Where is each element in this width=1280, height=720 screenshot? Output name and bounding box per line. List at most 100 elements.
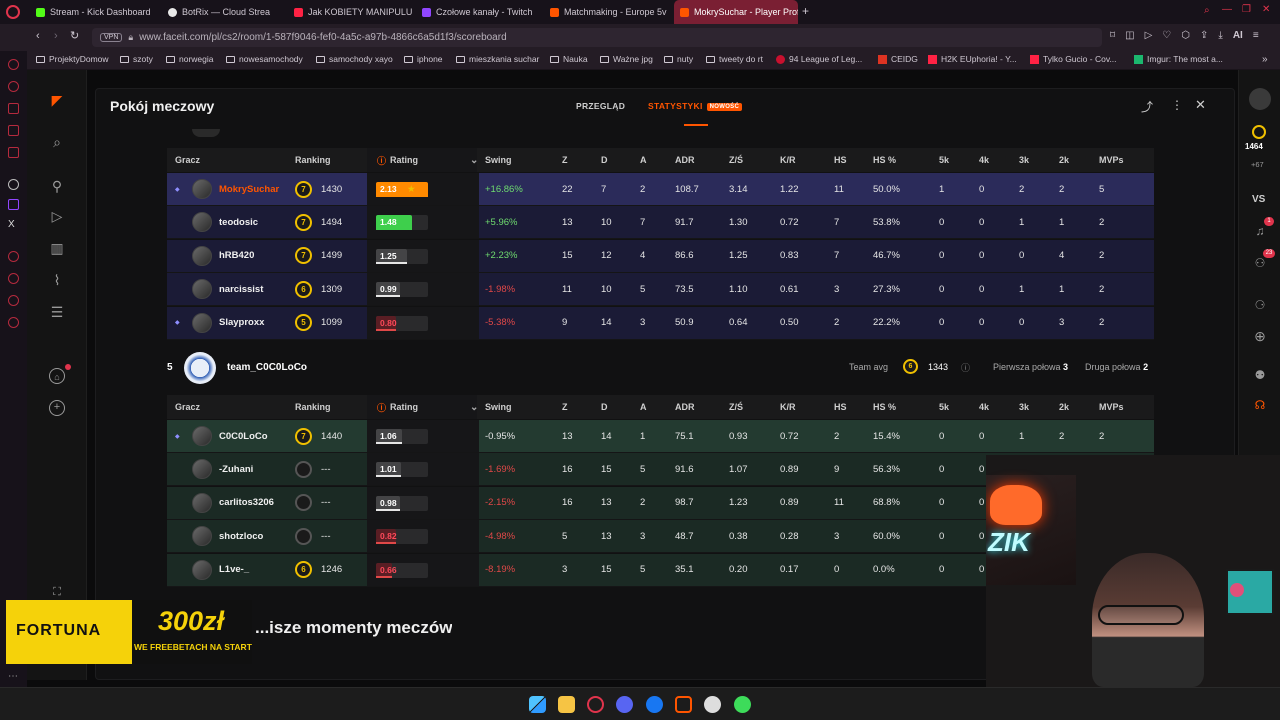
player-name[interactable]: -Zuhani — [219, 464, 253, 475]
player-name[interactable]: carlitos3206 — [219, 497, 274, 508]
player-icon[interactable]: ▷ — [1145, 30, 1153, 41]
table-row[interactable]: teodosic 7 1494 1.48 +5.96% 13 10 7 91.7 1.30 0.72… — [167, 206, 1154, 240]
bookmark-item[interactable]: mieszkania suchar — [456, 54, 539, 64]
vpn-badge[interactable]: VPN — [100, 33, 123, 42]
tab-botrix[interactable]: BotRix — Cloud Strea — [168, 0, 280, 24]
table-row[interactable]: narcissist 6 1309 0.99 -1.98% 11 10 5 73.5 1.10 0.… — [167, 273, 1154, 307]
share-icon[interactable]: ⇪ — [1200, 30, 1208, 41]
opera-logo-icon[interactable] — [6, 5, 20, 19]
bookmark-item[interactable]: norwegia — [166, 54, 214, 64]
bookmark-item[interactable]: iphone — [404, 54, 443, 64]
bookmark-item[interactable]: nowesamochody — [226, 54, 303, 64]
player-cell[interactable]: hRB420 — [175, 240, 254, 272]
avatar[interactable] — [192, 312, 212, 333]
stats-icon[interactable]: ⌇ — [49, 272, 65, 288]
bulb-icon[interactable] — [8, 295, 19, 306]
table-row[interactable]: ◆ C0C0LoCo 7 1440 1.06 -0.95% 13 14 1 75.1 0.93 0.7… — [167, 420, 1154, 453]
more-options-icon[interactable]: ⋮ — [1171, 98, 1183, 112]
avatar[interactable] — [192, 212, 212, 233]
bookmark-item[interactable]: tweety do rt — [706, 54, 763, 64]
app-icon[interactable] — [734, 696, 751, 713]
player-cell[interactable]: ◆ C0C0LoCo — [175, 420, 268, 452]
download-icon[interactable]: ⤓ — [1218, 30, 1222, 41]
obs-icon[interactable] — [704, 696, 721, 713]
table-row[interactable]: ◆ Slayproxx 5 1099 0.80 -5.38% 9 14 3 50.9 0.64 0.5… — [167, 306, 1154, 340]
more-bookmarks-icon[interactable]: » — [1262, 54, 1268, 65]
player-name[interactable]: Slayproxx — [219, 317, 264, 328]
messenger-icon[interactable] — [8, 125, 19, 136]
friends-icon[interactable]: ⚇ — [1250, 256, 1270, 270]
rating-info-icon[interactable]: ⓘ — [377, 401, 386, 414]
bell-icon[interactable]: ♫ — [1250, 224, 1270, 238]
bookmark-item[interactable]: 94 League of Leg... — [776, 54, 862, 64]
x-icon[interactable]: X — [8, 219, 15, 230]
snapshot-icon[interactable]: ◫ — [1125, 30, 1134, 41]
chevron-down-icon[interactable]: ⌄ — [470, 155, 478, 166]
avatar[interactable] — [192, 492, 212, 513]
tab-player-profile[interactable]: MokrySuchar - Player Prof✕ — [674, 0, 798, 24]
bookmark-item[interactable]: samochody xayo — [316, 54, 393, 64]
bookmark-item[interactable]: CEIDG — [878, 54, 918, 64]
leaderboard-icon[interactable]: ▥ — [49, 240, 65, 256]
avatar[interactable] — [192, 245, 212, 266]
avatar[interactable] — [192, 559, 212, 580]
user-avatar[interactable] — [1249, 88, 1271, 110]
tab-overview[interactable]: PRZEGLĄD — [576, 101, 625, 111]
tab-youtube[interactable]: Jak KOBIETY MANIPULU... — [294, 0, 412, 24]
extensions-icon[interactable]: ⬡ — [1181, 30, 1190, 41]
rating-info-icon[interactable]: ⓘ — [377, 154, 386, 167]
back-icon[interactable]: ‹ — [36, 30, 40, 42]
player-name[interactable]: C0C0LoCo — [219, 431, 268, 442]
column-header-rating[interactable]: ⓘ Rating ⌄ — [377, 148, 478, 172]
menu-icon[interactable]: ≡ — [1253, 30, 1259, 41]
new-tab-icon[interactable]: + — [802, 4, 809, 18]
tab-kick[interactable]: Stream - Kick Dashboard — [36, 0, 160, 24]
bookmark-icon[interactable]: ⌑ — [1110, 30, 1115, 41]
twitch-icon[interactable] — [8, 199, 19, 210]
club-icon[interactable]: ⌂ — [49, 368, 65, 384]
player-name[interactable]: narcissist — [219, 284, 263, 295]
player-name[interactable]: teodosic — [219, 217, 258, 228]
player-cell[interactable]: teodosic — [175, 206, 258, 238]
party-icon[interactable]: ⚆ — [1250, 298, 1270, 312]
support-icon[interactable]: ☊ — [1250, 398, 1270, 412]
clock-icon[interactable] — [8, 251, 19, 262]
player-name[interactable]: shotzloco — [219, 531, 263, 542]
windows-start-icon[interactable] — [529, 696, 546, 713]
avatar[interactable] — [192, 526, 212, 547]
home-icon[interactable] — [8, 59, 19, 70]
player-cell[interactable]: ◆ MokrySuchar — [175, 173, 279, 205]
close-icon[interactable]: ✕ — [1195, 97, 1206, 113]
player-cell[interactable]: ◆ Slayproxx — [175, 307, 264, 339]
file-explorer-icon[interactable] — [558, 696, 575, 713]
player-cell[interactable]: narcissist — [175, 273, 263, 305]
discord-icon[interactable] — [616, 696, 633, 713]
maximize-icon[interactable]: ❐ — [1242, 4, 1251, 15]
more-icon[interactable]: ⋯ — [8, 671, 18, 682]
bookmark-item[interactable]: szoty — [120, 54, 153, 64]
player-cell[interactable]: L1ve-_ — [175, 554, 249, 586]
bookmark-item[interactable]: H2K EUphoria! - Y... — [928, 54, 1017, 64]
minimize-icon[interactable]: — — [1222, 4, 1232, 15]
aria-icon[interactable] — [8, 81, 19, 92]
bookmark-item[interactable]: Ważne jpg — [600, 54, 653, 64]
bookmark-item[interactable]: Imgur: The most a... — [1134, 54, 1223, 64]
player-name[interactable]: hRB420 — [219, 250, 254, 261]
history-icon[interactable] — [8, 273, 19, 284]
opera-icon[interactable] — [587, 696, 604, 713]
heart-icon[interactable]: ♡ — [1162, 30, 1171, 41]
avatar[interactable] — [192, 179, 212, 199]
list-icon[interactable]: ☰ — [49, 304, 65, 320]
team2-name[interactable]: team_C0C0LoCo — [227, 362, 307, 373]
url-input[interactable]: VPN 🔒︎ www.faceit.com/pl/cs2/room/1-587f… — [92, 28, 1102, 47]
bookmark-item[interactable]: Nauka — [550, 54, 588, 64]
search-tabs-icon[interactable]: ⌕ — [1204, 5, 1210, 16]
faceit-app-icon[interactable] — [675, 696, 692, 713]
bookmark-item[interactable]: Tylko Gucio - Cov... — [1030, 54, 1117, 64]
settings-icon[interactable] — [8, 317, 19, 328]
player-cell[interactable]: shotzloco — [175, 520, 263, 552]
ai-button[interactable]: AI — [1233, 30, 1243, 41]
info-icon[interactable]: ⓘ — [961, 361, 970, 374]
tab-matchmaking[interactable]: Matchmaking - Europe 5v — [550, 0, 668, 24]
player-cell[interactable]: -Zuhani — [175, 453, 253, 485]
